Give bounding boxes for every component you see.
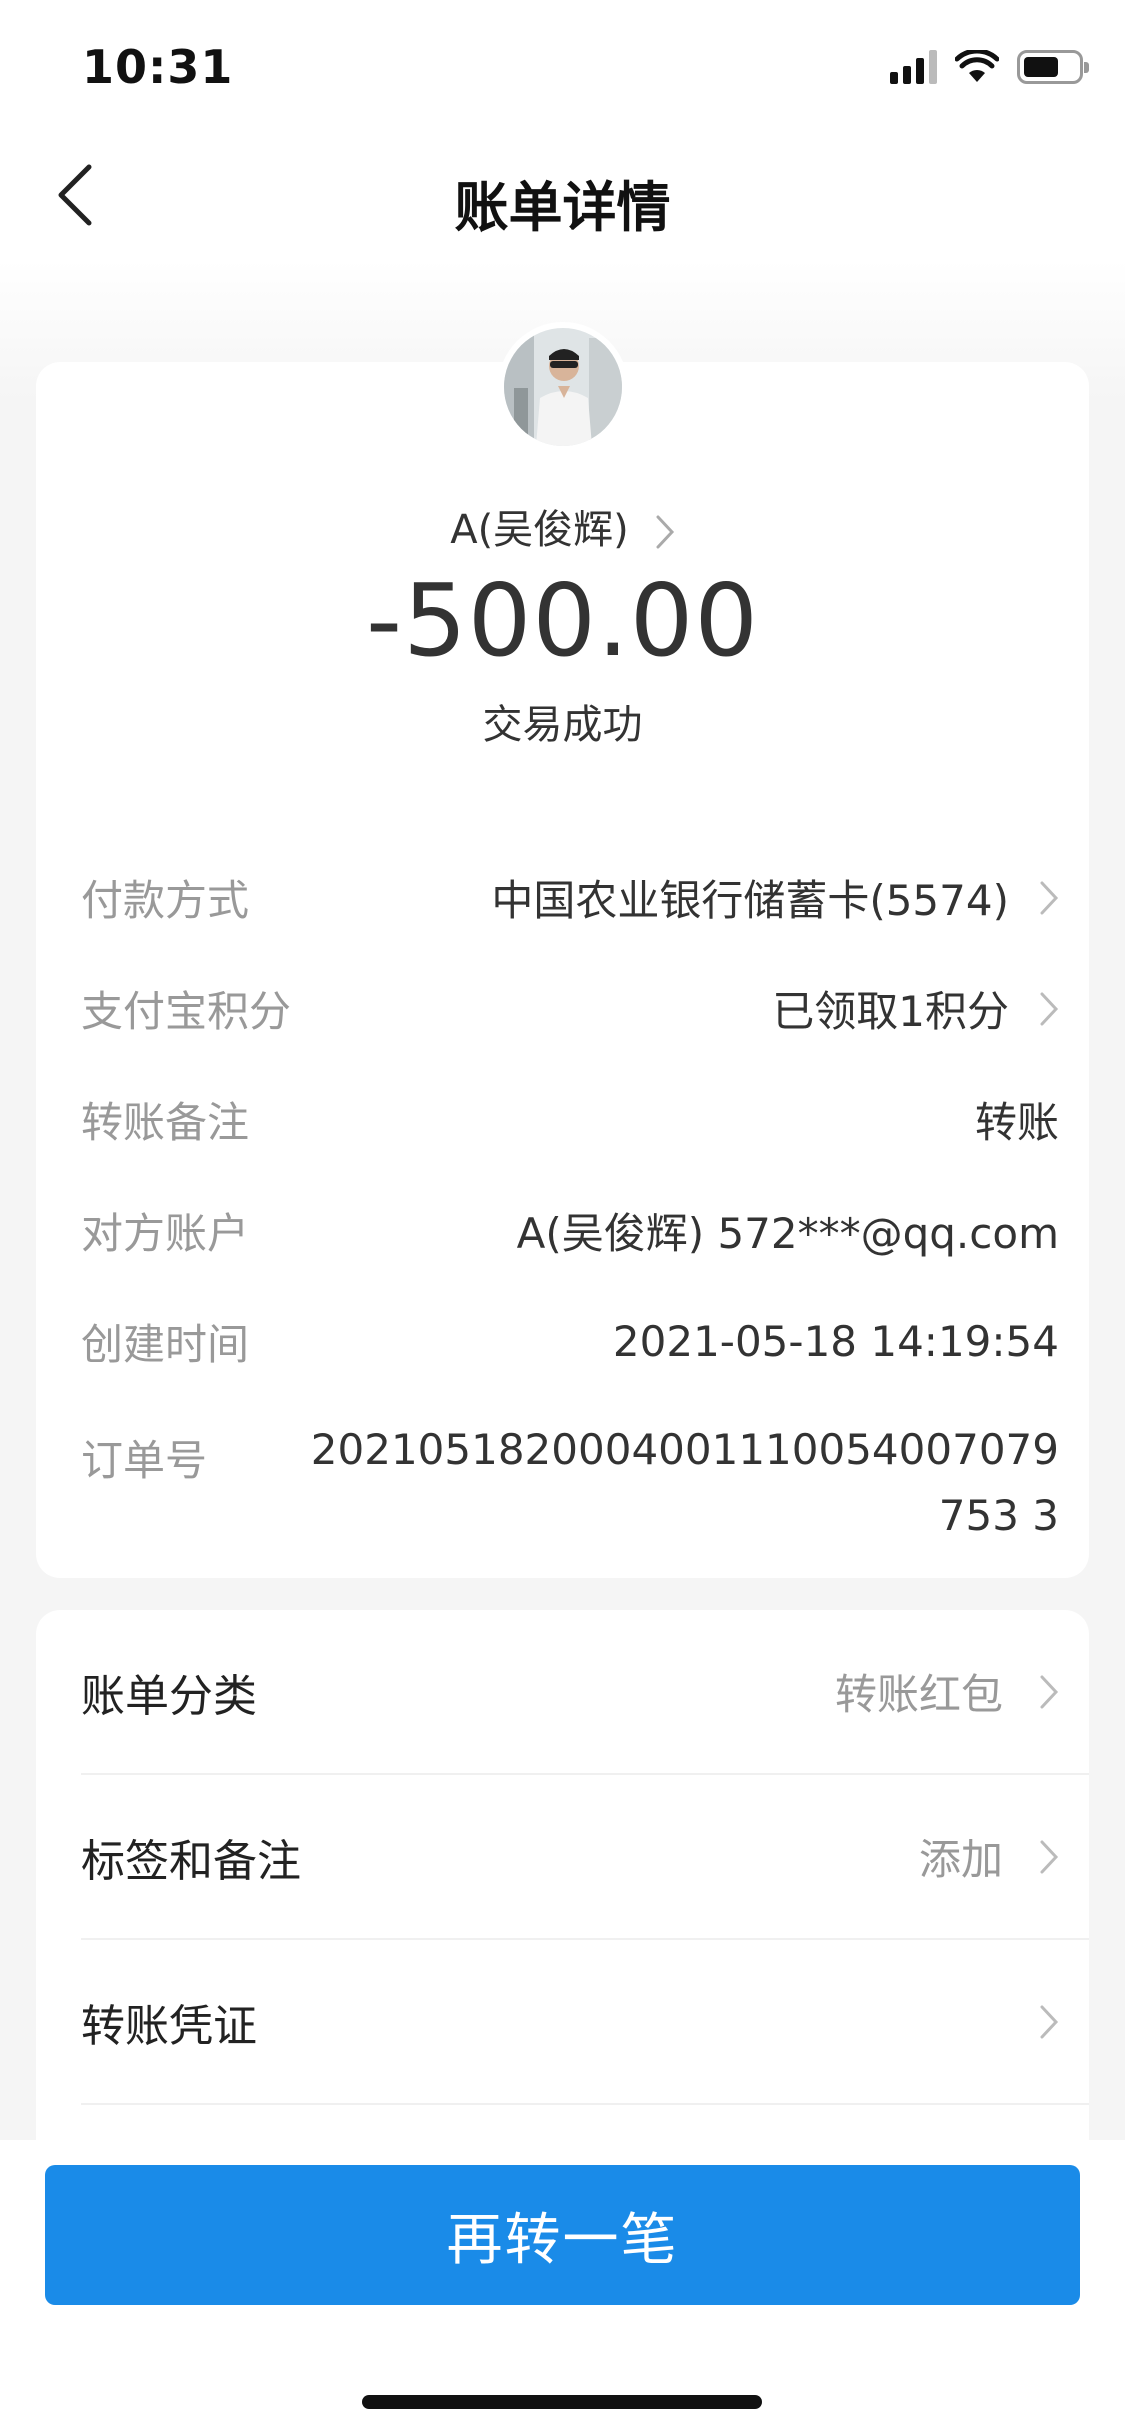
bottom-action-bar: 再转一笔 bbox=[0, 2140, 1125, 2436]
chevron-right-icon bbox=[1039, 1674, 1059, 1710]
payee-name: A(吴俊辉) bbox=[450, 507, 629, 553]
created-time-label: 创建时间 bbox=[81, 1320, 250, 1369]
transfer-voucher-row[interactable]: 转账凭证 bbox=[81, 1940, 1089, 2105]
chevron-right-icon bbox=[1039, 2004, 1059, 2040]
counterparty-value: A(吴俊辉) 572***@qq.com bbox=[516, 1209, 1059, 1258]
battery-icon bbox=[1017, 50, 1089, 84]
chevron-right-icon bbox=[655, 514, 675, 550]
wifi-icon bbox=[955, 50, 999, 82]
counterparty-label: 对方账户 bbox=[81, 1209, 250, 1258]
navigation-bar: 账单详情 bbox=[0, 135, 1125, 265]
transaction-card: A(吴俊辉) -500.00 交易成功 付款方式 中国农业银行储蓄卡(5574)… bbox=[36, 322, 1089, 1578]
payment-method-label: 付款方式 bbox=[81, 876, 250, 925]
bill-category-value: 转账红包 bbox=[834, 1670, 1003, 1719]
created-time-value: 2021-05-18 14:19:54 bbox=[612, 1317, 1059, 1366]
bill-category-row[interactable]: 账单分类 转账红包 bbox=[81, 1610, 1089, 1775]
status-icons bbox=[890, 50, 1089, 84]
detail-list: 付款方式 中国农业银行储蓄卡(5574) 支付宝积分 已领取1积分 转账备注 转… bbox=[81, 842, 1059, 1557]
avatar[interactable] bbox=[498, 322, 628, 452]
detail-row-remark: 转账备注 转账 bbox=[81, 1064, 1059, 1175]
payee-row[interactable]: A(吴俊辉) bbox=[36, 497, 1089, 555]
chevron-right-icon bbox=[1039, 991, 1059, 1027]
detail-row-counterparty: 对方账户 A(吴俊辉) 572***@qq.com bbox=[81, 1175, 1059, 1286]
order-number-value: 2021051820004001110054007079753 3 bbox=[310, 1425, 1059, 1540]
detail-row-payment-method[interactable]: 付款方式 中国农业银行储蓄卡(5574) bbox=[81, 842, 1059, 953]
status-bar: 10:31 bbox=[0, 0, 1125, 135]
bill-category-label: 账单分类 bbox=[81, 1670, 257, 1722]
chevron-right-icon bbox=[1039, 1839, 1059, 1875]
avatar-image bbox=[504, 328, 622, 446]
points-label: 支付宝积分 bbox=[81, 987, 292, 1036]
transfer-voucher-label: 转账凭证 bbox=[81, 2000, 257, 2052]
tags-notes-value: 添加 bbox=[918, 1835, 1003, 1884]
payment-method-value: 中国农业银行储蓄卡(5574) bbox=[491, 876, 1009, 925]
transfer-again-button[interactable]: 再转一笔 bbox=[45, 2165, 1080, 2305]
order-number-label: 订单号 bbox=[81, 1436, 208, 1485]
chevron-right-icon bbox=[1039, 880, 1059, 916]
remark-label: 转账备注 bbox=[81, 1098, 250, 1147]
transaction-status: 交易成功 bbox=[482, 702, 643, 748]
home-indicator[interactable] bbox=[362, 2395, 762, 2409]
points-value: 已领取1积分 bbox=[772, 987, 1009, 1036]
status-time: 10:31 bbox=[82, 40, 234, 94]
detail-row-order-number: 订单号 2021051820004001110054007079753 3 bbox=[81, 1397, 1059, 1557]
actions-card: 账单分类 转账红包 标签和备注 添加 转账凭证 bbox=[36, 1610, 1089, 2170]
detail-row-points[interactable]: 支付宝积分 已领取1积分 bbox=[81, 953, 1059, 1064]
detail-row-created-time: 创建时间 2021-05-18 14:19:54 bbox=[81, 1286, 1059, 1397]
cellular-signal-icon bbox=[890, 50, 937, 84]
bill-detail-screen: 10:31 账单详情 A(吴俊辉) -500.00 交易成功 付款方式 中国农业… bbox=[0, 0, 1125, 2436]
page-title: 账单详情 bbox=[454, 176, 671, 239]
remark-value: 转账 bbox=[974, 1098, 1059, 1147]
tags-notes-row[interactable]: 标签和备注 添加 bbox=[81, 1775, 1089, 1940]
transaction-amount: -500.00 bbox=[366, 562, 759, 679]
tags-notes-label: 标签和备注 bbox=[81, 1835, 301, 1887]
